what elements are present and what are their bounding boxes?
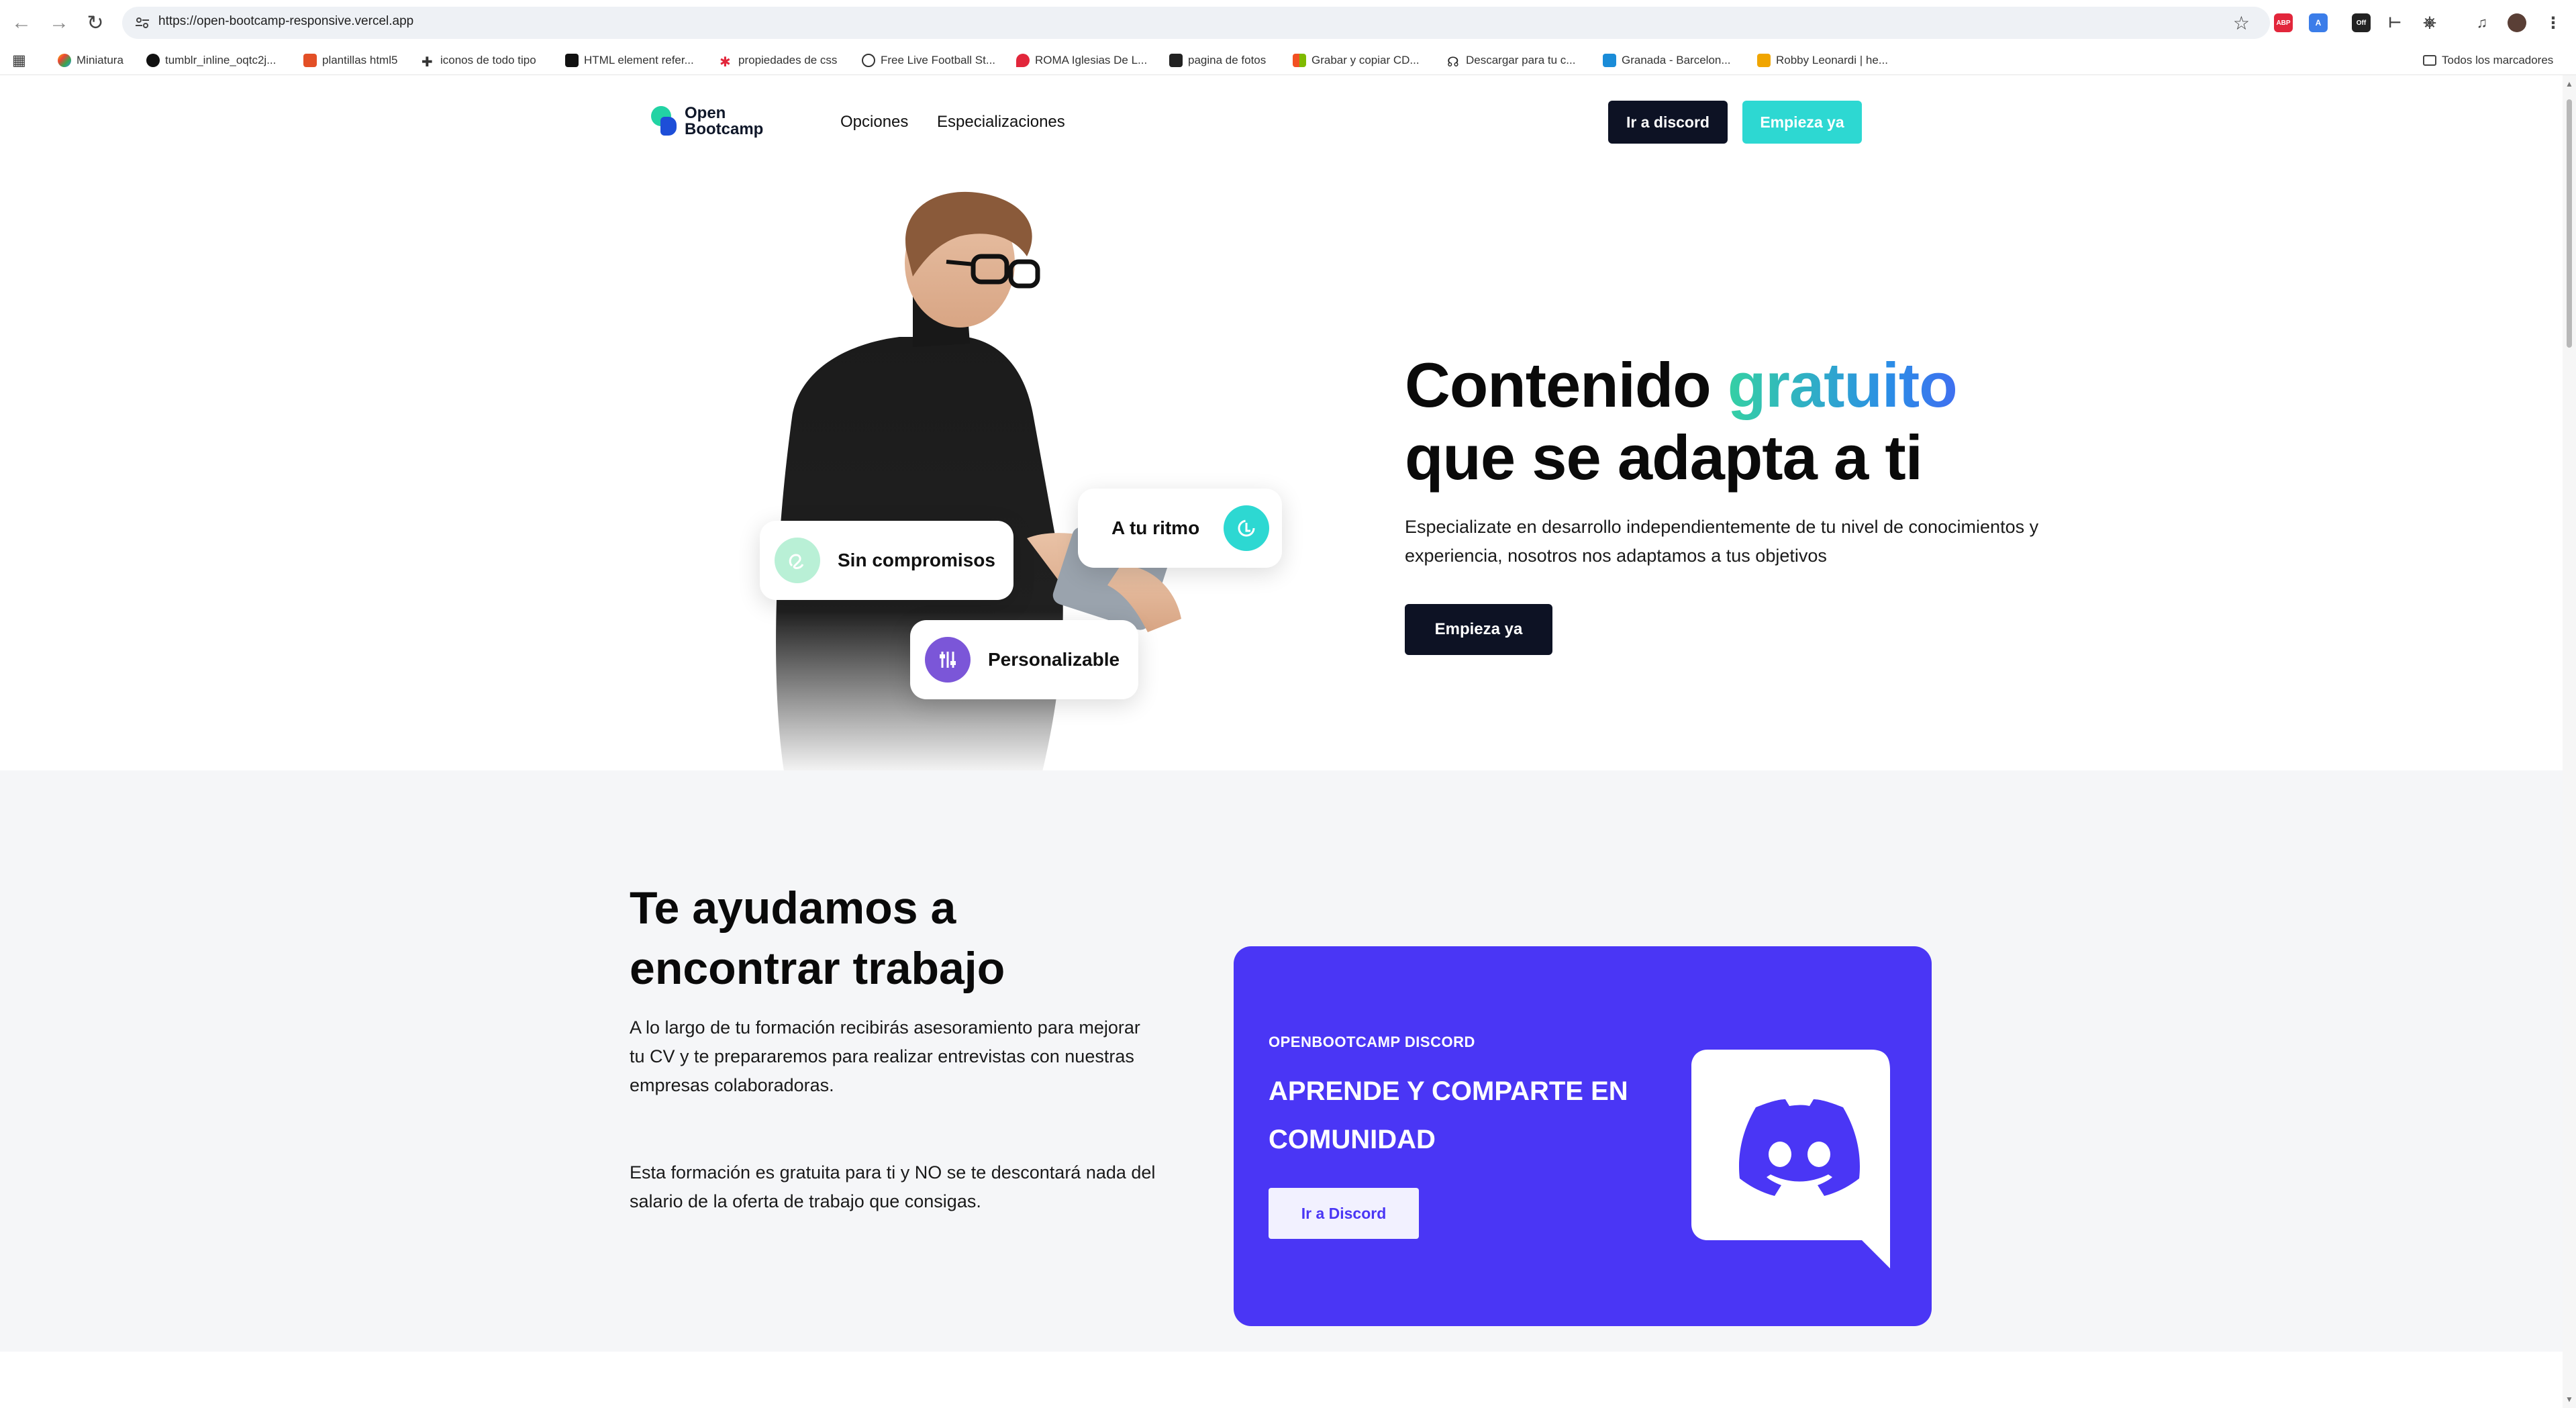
bookmarks-bar: ▦ Miniatura tumblr_inline_oqtc2j... plan… <box>0 46 2576 75</box>
discord-card-button[interactable]: Ir a Discord <box>1269 1188 1419 1239</box>
portfolio-icon <box>1757 54 1771 67</box>
chip-personalizable: Personalizable <box>910 620 1138 699</box>
nav-opciones[interactable]: Opciones <box>840 113 908 132</box>
bookmark-item[interactable]: plantillas html5 <box>303 52 397 68</box>
travel-site-icon <box>1603 54 1616 67</box>
media-control-icon[interactable]: ♫ <box>2473 13 2491 32</box>
map-pin-icon <box>1016 54 1030 67</box>
logo-text: Open Bootcamp <box>685 104 764 138</box>
discord-card-title: APRENDE Y COMPARTE EN COMUNIDAD <box>1269 1076 1628 1154</box>
site-settings-icon[interactable] <box>134 15 150 31</box>
discord-card-eyebrow: OPENBOOTCAMP DISCORD <box>1269 1034 1475 1050</box>
bookmark-item[interactable]: Grabar y copiar CD... <box>1293 52 1420 68</box>
bookmark-item[interactable]: ✚ iconos de todo tipo <box>422 52 536 70</box>
logo[interactable]: Open Bootcamp <box>651 105 763 138</box>
bookmark-item[interactable]: HTML element refer... <box>565 52 694 68</box>
bookmark-item[interactable]: tumblr_inline_oqtc2j... <box>146 52 276 68</box>
football-icon <box>862 54 875 67</box>
open-bootcamp-logo-icon <box>651 106 679 137</box>
extension-off-icon[interactable]: Off <box>2352 13 2371 32</box>
url-text[interactable]: https://open-bootcamp-responsive.vercel.… <box>158 14 413 29</box>
page-scrollbar[interactable]: ▲ ▼ <box>2563 75 2576 1408</box>
tumblr-icon <box>146 54 160 67</box>
headphones-icon: ☊ <box>1447 55 1459 70</box>
no-commitment-icon <box>775 538 820 583</box>
pinwheel-icon <box>58 54 71 67</box>
extension-c-icon[interactable]: ⊢ <box>2385 13 2404 32</box>
hero-description: Especializate en desarrollo independient… <box>1405 517 2039 566</box>
bookmark-item[interactable]: Miniatura <box>58 52 123 68</box>
discord-header-button[interactable]: Ir a discord <box>1608 101 1728 144</box>
adblock-extension-icon[interactable]: ABP <box>2274 13 2293 32</box>
mdn-icon <box>565 54 579 67</box>
nav-especializaciones[interactable]: Especializaciones <box>937 113 1065 132</box>
hero-title-highlight: gratuito <box>1727 350 1958 420</box>
all-bookmarks-folder[interactable]: Todos los marcadores <box>2423 52 2553 68</box>
back-icon[interactable]: ← <box>9 11 34 35</box>
sliders-icon <box>925 637 971 683</box>
web-page: Open Bootcamp Opciones Especializaciones… <box>0 75 2563 1408</box>
bookmark-item[interactable]: Free Live Football St... <box>862 52 995 68</box>
camera-icon <box>1169 54 1183 67</box>
microsoft-icon <box>1293 54 1306 67</box>
scrollbar-thumb[interactable] <box>2567 99 2572 348</box>
hand-pointer-icon <box>1224 505 1270 551</box>
asterisk-icon: ✱ <box>720 55 731 70</box>
start-header-button[interactable]: Empieza ya <box>1742 101 1862 144</box>
menu-kebab-icon[interactable]: ⋮ <box>2544 13 2563 32</box>
jobs-section: Te ayudamos a encontrar trabajo A lo lar… <box>0 770 2563 1352</box>
chip-sin-compromisos: Sin compromisos <box>760 521 1013 600</box>
jobs-paragraph-1: A lo largo de tu formación recibirás ase… <box>630 1017 1140 1095</box>
bookmark-item[interactable]: ☊ Descargar para tu c... <box>1447 52 1575 70</box>
browser-toolbar: ← → ↻ https://open-bootcamp-responsive.v… <box>0 0 2576 46</box>
jobs-title: Te ayudamos a encontrar trabajo <box>630 883 1005 994</box>
jobs-paragraph-2: Esta formación es gratuita para ti y NO … <box>630 1162 1156 1211</box>
chip-a-tu-ritmo: A tu ritmo <box>1078 489 1282 568</box>
discord-logo-icon <box>1691 1050 1890 1268</box>
html5-icon <box>303 54 317 67</box>
scroll-down-icon[interactable]: ▼ <box>2565 1395 2573 1404</box>
bookmark-item[interactable]: ✱ propiedades de css <box>720 52 837 70</box>
folder-icon <box>2423 55 2436 66</box>
bookmark-item[interactable]: ROMA Iglesias De L... <box>1016 52 1147 68</box>
bookmark-item[interactable]: Granada - Barcelon... <box>1603 52 1731 68</box>
scroll-up-icon[interactable]: ▲ <box>2565 79 2573 89</box>
extensions-puzzle-icon[interactable]: ⎈ <box>2420 13 2439 32</box>
apps-grid-icon[interactable]: ▦ <box>12 52 26 68</box>
translate-extension-icon[interactable]: A <box>2309 13 2328 32</box>
bookmark-item[interactable]: Robby Leonardi | he... <box>1757 52 1888 68</box>
bookmark-star-icon[interactable]: ☆ <box>2233 12 2250 34</box>
hero-start-button[interactable]: Empieza ya <box>1405 604 1552 655</box>
discord-card: OPENBOOTCAMP DISCORD APRENDE Y COMPARTE … <box>1234 946 1932 1326</box>
pin-icon: ✚ <box>422 55 433 70</box>
address-bar[interactable]: https://open-bootcamp-responsive.vercel.… <box>122 7 2270 39</box>
profile-avatar[interactable] <box>2508 13 2526 32</box>
bookmark-item[interactable]: pagina de fotos <box>1169 52 1266 68</box>
reload-icon[interactable]: ↻ <box>83 11 107 35</box>
hero-title: Contenido gratuito que se adapta a ti <box>1405 350 1958 493</box>
forward-icon[interactable]: → <box>47 11 71 35</box>
